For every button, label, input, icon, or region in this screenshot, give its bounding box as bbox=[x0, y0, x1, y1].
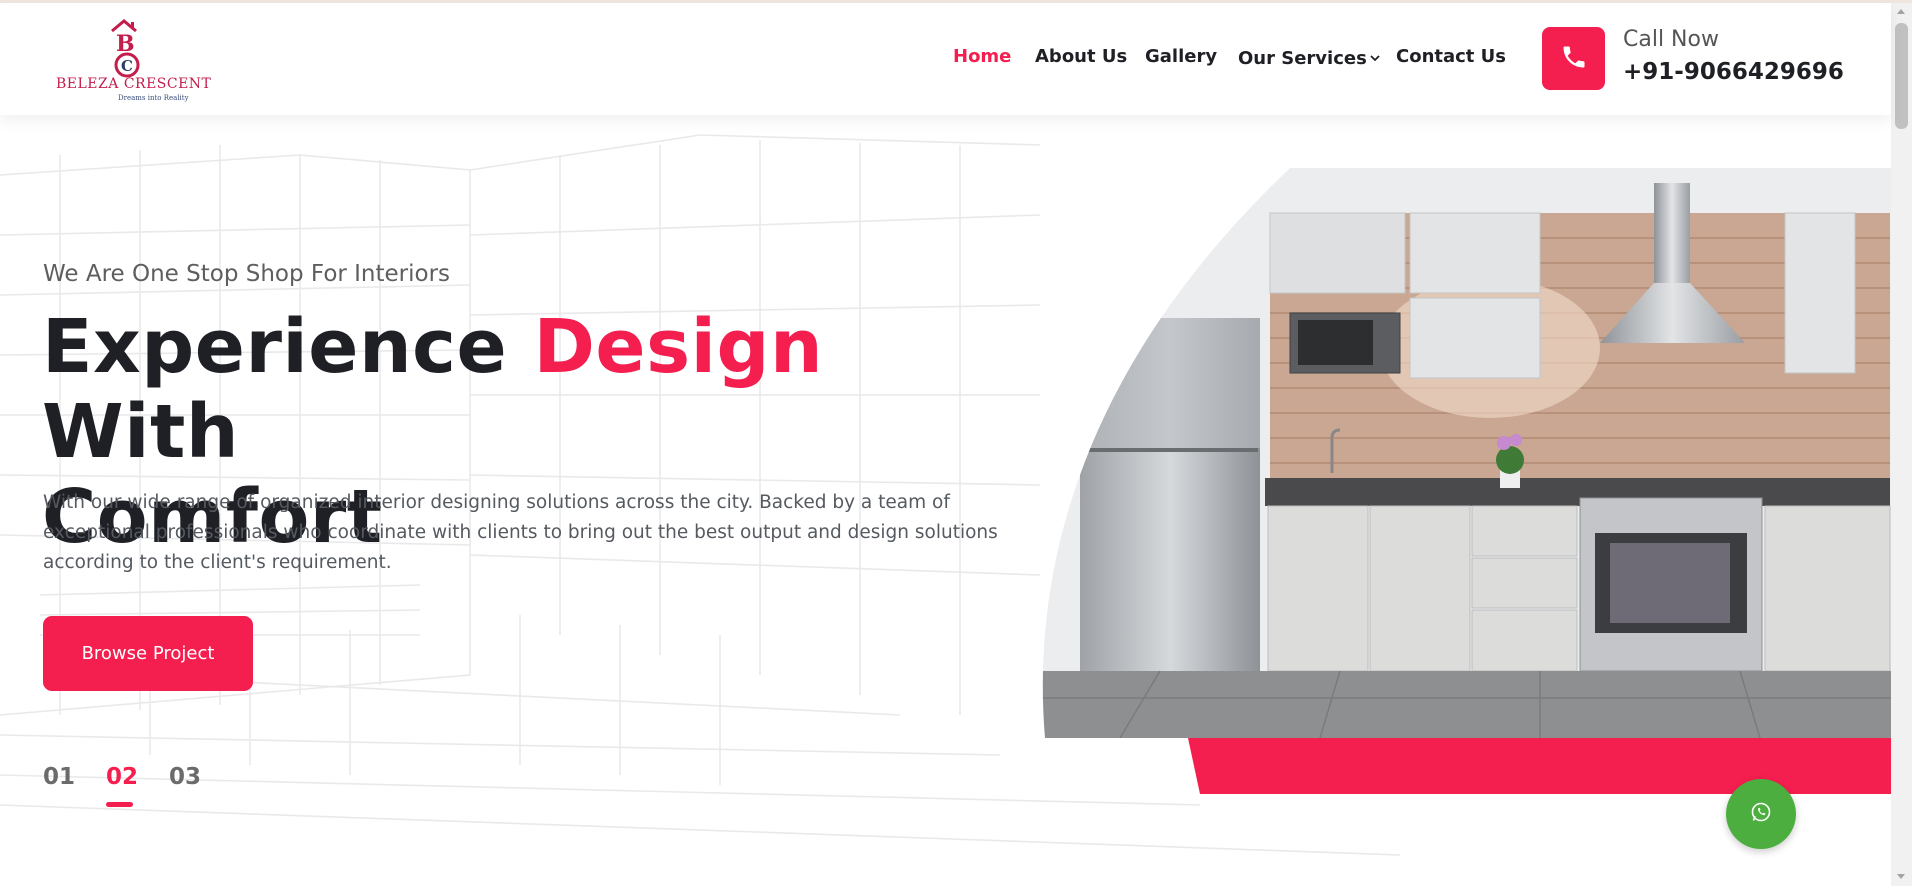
scroll-up-arrow-icon[interactable] bbox=[1897, 9, 1905, 14]
nav-item-about-us[interactable]: About Us bbox=[1035, 46, 1127, 67]
slide-indicator-02[interactable]: 02 bbox=[106, 764, 138, 790]
hero-accent-band bbox=[1188, 738, 1892, 794]
call-now-label: Call Now bbox=[1623, 27, 1719, 52]
active-slide-underline bbox=[106, 802, 133, 807]
slide-indicator-03[interactable]: 03 bbox=[169, 764, 201, 790]
whatsapp-icon bbox=[1749, 800, 1773, 828]
nav-item-contact-us[interactable]: Contact Us bbox=[1396, 46, 1506, 67]
call-button[interactable] bbox=[1542, 27, 1605, 90]
nav-item-home[interactable]: Home bbox=[953, 46, 1011, 67]
scroll-down-arrow-icon[interactable] bbox=[1897, 874, 1905, 879]
phone-icon bbox=[1560, 43, 1588, 75]
brand-name: BELEZA CRESCENT bbox=[56, 76, 212, 92]
whatsapp-button[interactable] bbox=[1726, 779, 1796, 849]
scrollbar-thumb[interactable] bbox=[1895, 23, 1908, 129]
hero-title-part1: Experience bbox=[42, 304, 508, 390]
browse-project-button[interactable]: Browse Project bbox=[43, 616, 253, 691]
hero-title-accent: Design bbox=[533, 304, 824, 390]
logo-monogram-icon: B C bbox=[111, 19, 140, 78]
site-header: B C BELEZA CRESCENT Dreams into Reality … bbox=[0, 3, 1891, 115]
page-scrollbar[interactable] bbox=[1891, 3, 1912, 886]
hero-title-part2: With bbox=[42, 389, 240, 475]
nav-item-our-services[interactable]: Our Services bbox=[1238, 46, 1380, 69]
brand-logo[interactable]: B C BELEZA CRESCENT Dreams into Reality bbox=[52, 15, 212, 107]
hero-description: With our wide range of organized interio… bbox=[43, 492, 998, 573]
svg-text:C: C bbox=[121, 57, 133, 75]
brand-tagline: Dreams into Reality bbox=[118, 94, 189, 102]
hero-kitchen-image bbox=[1040, 168, 1892, 796]
nav-item-our-services-label: Our Services bbox=[1238, 48, 1367, 69]
phone-number-link[interactable]: +91-9066429696 bbox=[1623, 59, 1844, 85]
chevron-down-icon bbox=[1370, 46, 1380, 67]
hero-subtitle: We Are One Stop Shop For Interiors bbox=[43, 261, 451, 287]
nav-item-gallery[interactable]: Gallery bbox=[1145, 46, 1217, 67]
slide-indicator-01[interactable]: 01 bbox=[43, 764, 75, 790]
